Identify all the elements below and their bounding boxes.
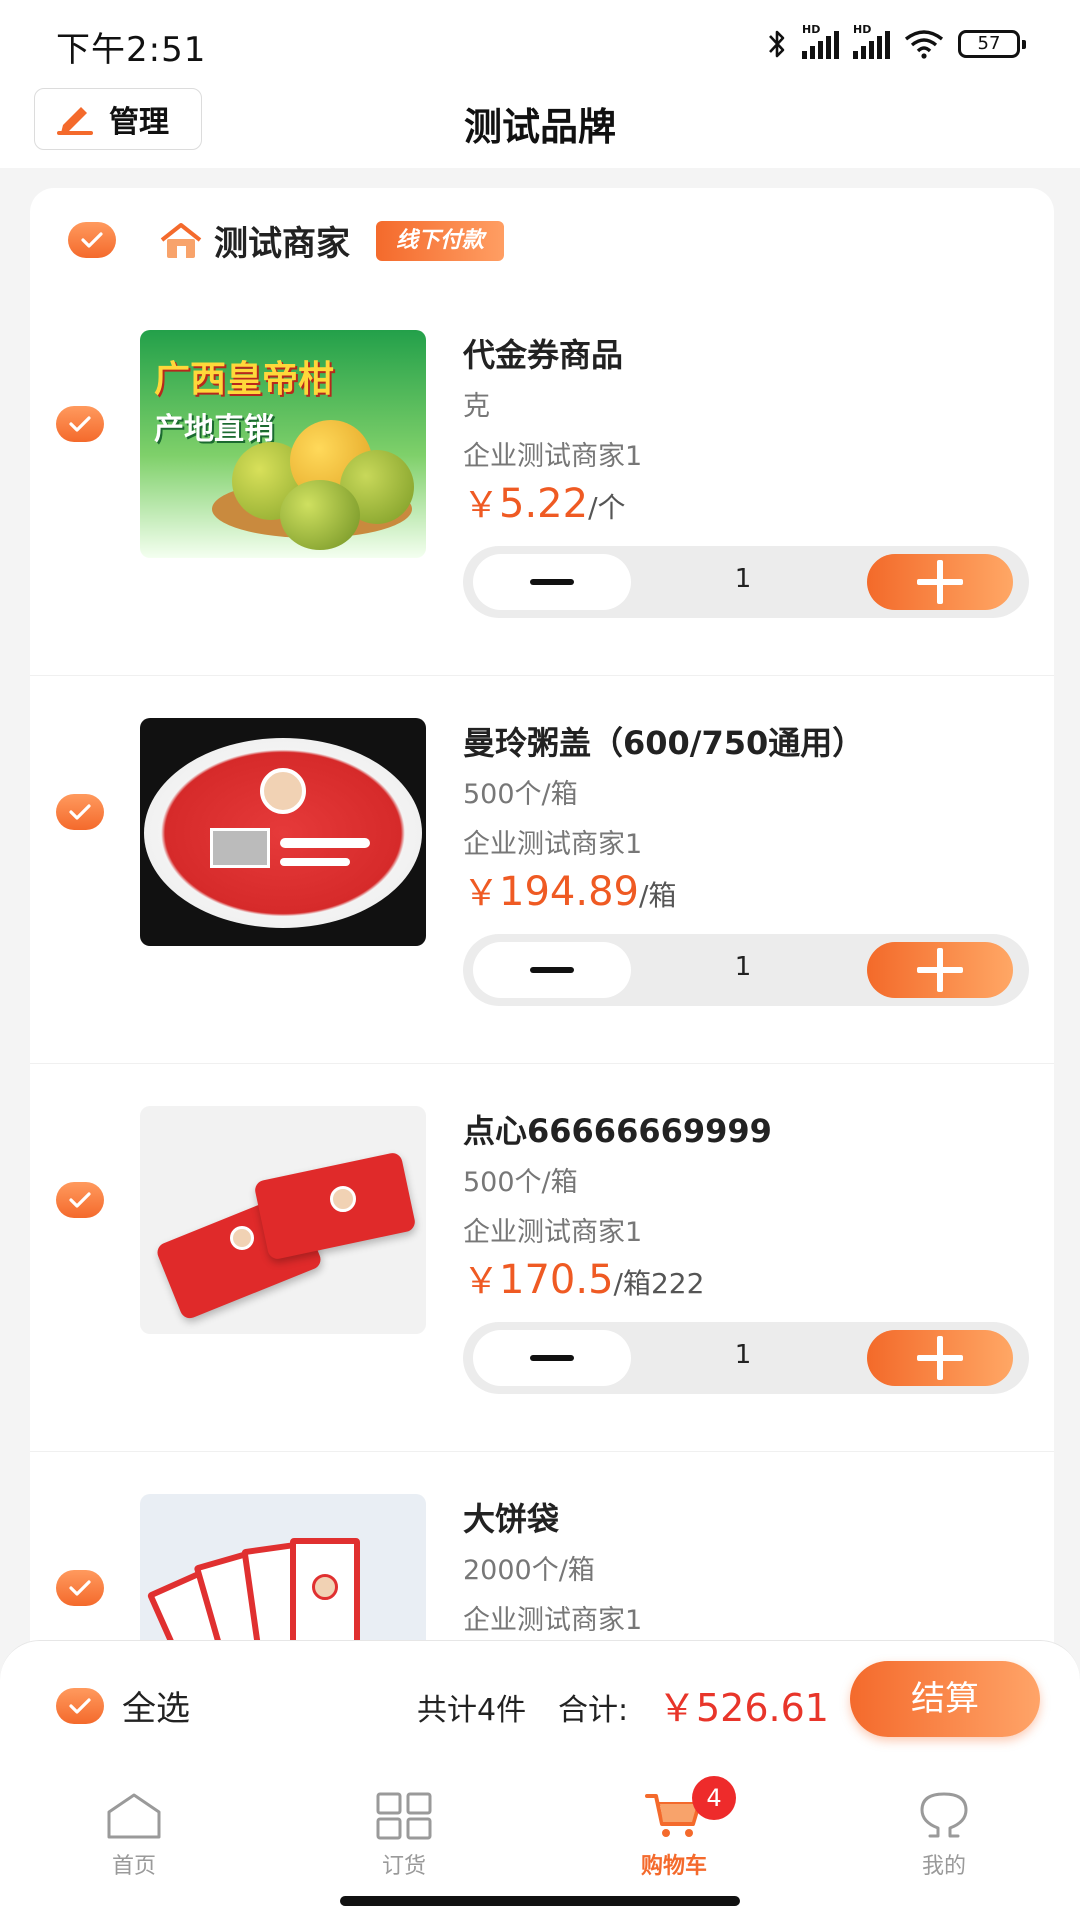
tab-label: 订货: [381, 1854, 426, 1879]
item-spec: 克: [463, 391, 490, 422]
bluetooth-icon: [769, 30, 785, 58]
shop-checkbox[interactable]: [68, 222, 116, 258]
battery-indicator: 57: [958, 30, 1026, 58]
item-name[interactable]: 点心66666669999: [463, 1106, 772, 1152]
item-price: ￥170.5/箱222: [463, 1257, 705, 1303]
wifi-icon: [904, 30, 944, 59]
item-spec: 500个/箱: [463, 1167, 578, 1198]
item-spec: 2000个/箱: [463, 1555, 595, 1586]
cart-badge: 4: [692, 1776, 736, 1820]
item-name[interactable]: 代金券商品: [463, 330, 623, 376]
item-name[interactable]: 大饼袋: [463, 1494, 559, 1540]
signal-icon-2: HD: [853, 23, 890, 59]
item-seller: 企业测试商家1: [463, 829, 643, 860]
tab-home[interactable]: 首页: [34, 1788, 234, 1880]
check-icon: [69, 1697, 91, 1714]
quantity-stepper: 1: [463, 934, 1029, 1006]
check-icon: [69, 1192, 91, 1208]
shop-name: 测试商家: [214, 224, 350, 264]
item-price: ￥194.89/箱: [463, 869, 677, 915]
product-image[interactable]: [140, 718, 426, 946]
item-checkbox[interactable]: [56, 1570, 104, 1606]
item-seller: 企业测试商家1: [463, 1605, 643, 1636]
item-checkbox[interactable]: [56, 406, 104, 442]
increase-button[interactable]: [867, 942, 1013, 998]
profile-icon: [920, 1792, 968, 1838]
item-seller: 企业测试商家1: [463, 441, 643, 472]
home-icon: [107, 1793, 161, 1839]
quantity-value[interactable]: 1: [703, 564, 783, 594]
shop-header: 测试商家 线下付款: [160, 216, 505, 265]
decrease-button[interactable]: [473, 554, 631, 610]
quantity-stepper: 1: [463, 546, 1029, 618]
check-icon: [81, 232, 103, 248]
product-image-caption: 广西皇帝柑: [154, 359, 335, 400]
status-bar: 下午2:51 HD HD 57: [0, 0, 1080, 80]
select-all-label: 全选: [122, 1689, 190, 1729]
signal-icon: HD: [802, 23, 839, 59]
tab-cart[interactable]: 4 购物车: [574, 1776, 774, 1880]
select-all-toggle[interactable]: 全选: [56, 1681, 190, 1730]
cart-item: 广西皇帝柑 产地直销 代金券商品 克 企业测试商家1 ￥5.22/个 1: [30, 288, 1054, 676]
select-all-checkbox[interactable]: [56, 1687, 104, 1724]
check-icon: [69, 1580, 91, 1596]
total-label: 合计:: [558, 1693, 629, 1728]
tab-profile[interactable]: 我的: [844, 1788, 1044, 1880]
grid-icon: [376, 1792, 432, 1840]
item-spec: 500个/箱: [463, 779, 578, 810]
decrease-button[interactable]: [473, 1330, 631, 1386]
total-amount: ￥526.61: [658, 1686, 829, 1730]
item-checkbox[interactable]: [56, 1182, 104, 1218]
increase-button[interactable]: [867, 554, 1013, 610]
quantity-value[interactable]: 1: [703, 1340, 783, 1370]
cart-item: 曼玲粥盖（600/750通用） 500个/箱 企业测试商家1 ￥194.89/箱…: [30, 676, 1054, 1064]
status-time: 下午2:51: [56, 30, 207, 70]
item-seller: 企业测试商家1: [463, 1217, 643, 1248]
tab-label: 购物车: [640, 1854, 707, 1879]
status-icons: HD HD 57: [766, 23, 1026, 62]
item-price: ￥5.22/个: [463, 481, 626, 527]
item-count: 共计4件: [417, 1693, 527, 1728]
header: 管理 测试品牌: [0, 80, 1080, 168]
page-title: 测试品牌: [463, 105, 616, 149]
check-icon: [69, 416, 91, 432]
item-checkbox[interactable]: [56, 794, 104, 830]
check-icon: [69, 804, 91, 820]
cart-item: 点心66666669999 500个/箱 企业测试商家1 ￥170.5/箱222…: [30, 1064, 1054, 1452]
quantity-stepper: 1: [463, 1322, 1029, 1394]
product-image[interactable]: [140, 1106, 426, 1334]
product-image-caption: 产地直销: [154, 412, 274, 447]
item-name[interactable]: 曼玲粥盖（600/750通用）: [463, 718, 864, 764]
checkout-button[interactable]: 结算: [850, 1661, 1040, 1737]
product-image[interactable]: 广西皇帝柑 产地直销: [140, 330, 426, 558]
tab-label: 首页: [111, 1854, 156, 1879]
home-indicator[interactable]: [340, 1896, 740, 1906]
shop-card: 测试商家 线下付款 广西皇帝柑 产地直销 代金券商品 克 企业测试商家1 ￥5.…: [30, 188, 1054, 1722]
store-icon: [160, 222, 202, 258]
tab-label: 我的: [921, 1854, 966, 1879]
checkout-bar: 全选 共计4件 合计: ￥526.61 结算: [0, 1640, 1080, 1768]
tab-order[interactable]: 订货: [304, 1788, 504, 1880]
decrease-button[interactable]: [473, 942, 631, 998]
increase-button[interactable]: [867, 1330, 1013, 1386]
quantity-value[interactable]: 1: [703, 952, 783, 982]
payment-badge: 线下付款: [376, 220, 505, 261]
